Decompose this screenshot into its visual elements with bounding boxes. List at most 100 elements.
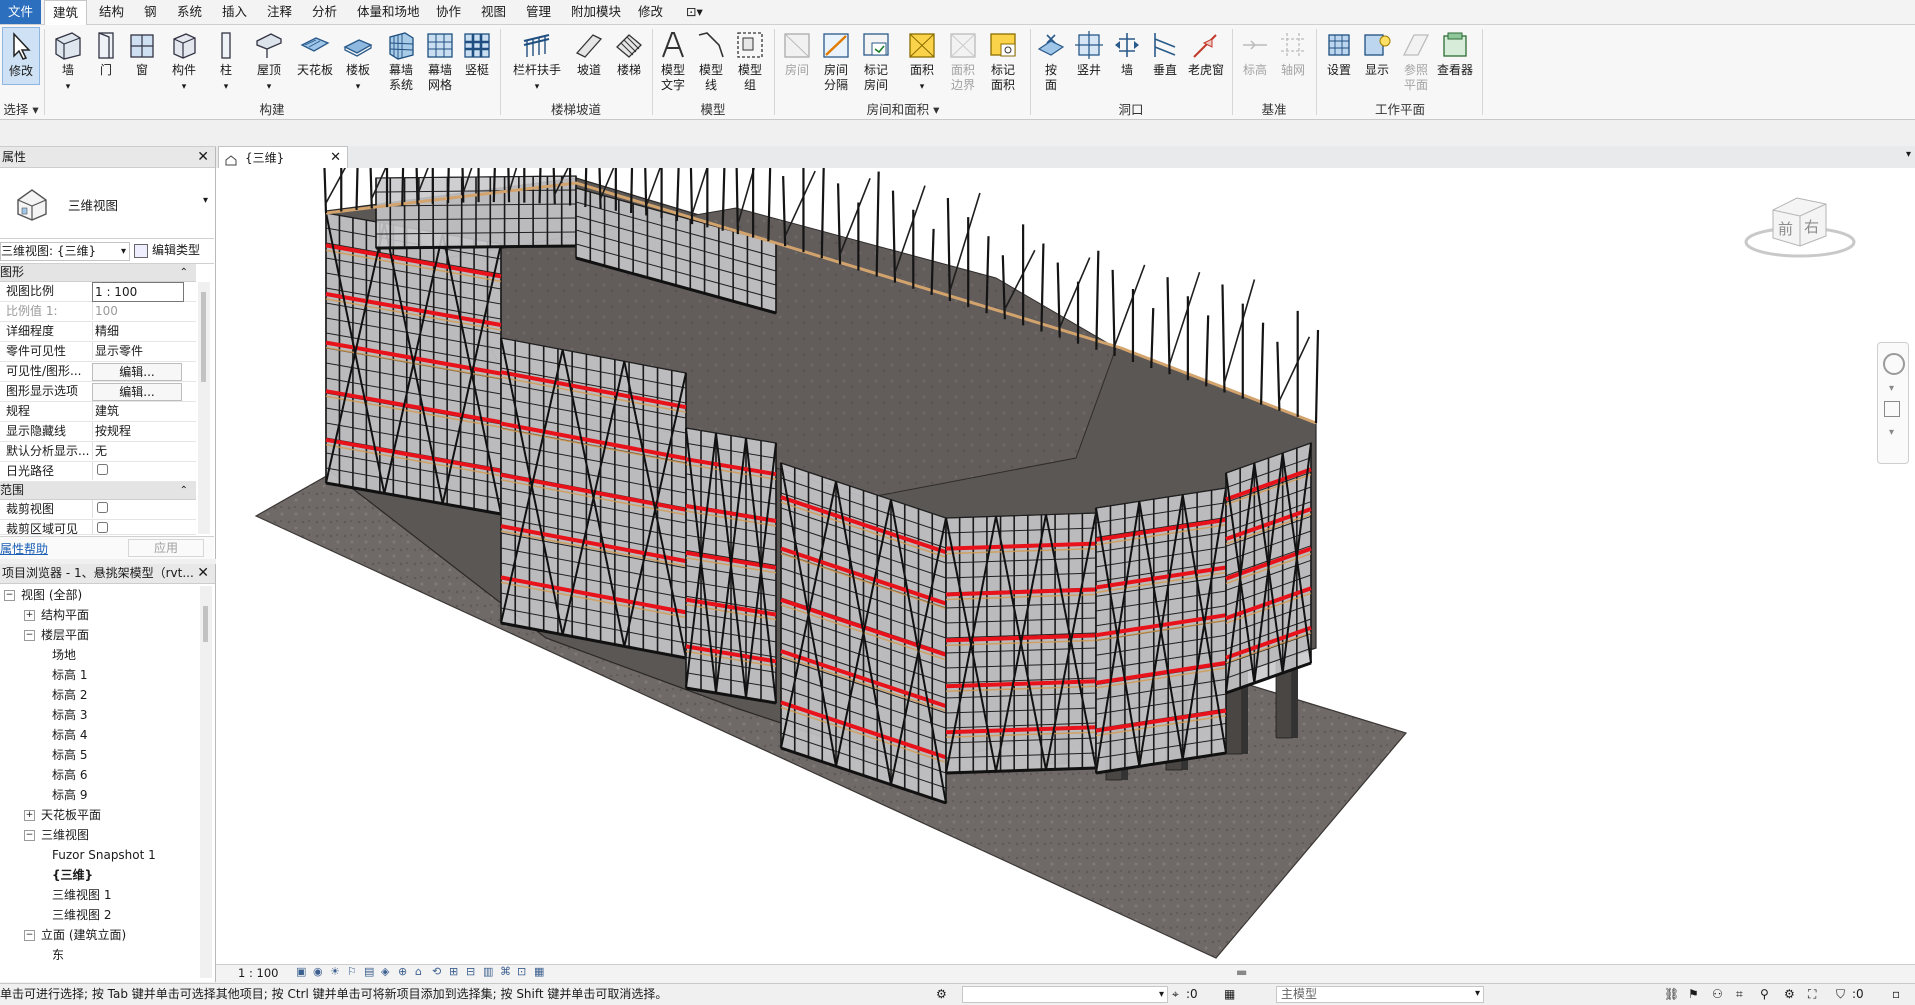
browser-tree-item[interactable]: 三维视图 1 [44,886,111,905]
menu-file[interactable]: 文件 [0,0,42,24]
resize-handle-icon[interactable]: ▬ [1236,965,1247,979]
selection-option-icon[interactable]: ⚙ [1784,984,1795,1005]
apply-button[interactable]: 应用 [128,539,204,557]
wall-button[interactable]: 墙 ▾ [48,27,88,95]
view-control-icon[interactable]: ⟲ [432,965,441,978]
curtain-grid-button[interactable]: 幕墙 网格 [422,27,458,93]
prop-row-detail-level[interactable]: 详细程度 精细 [0,322,196,342]
graphic-display-edit-button[interactable]: 编辑... [92,383,182,401]
prop-row-analysis-display[interactable]: 默认分析显示... 无 [0,442,196,462]
zoom-region-icon[interactable] [1884,401,1900,417]
scrollbar-thumb[interactable] [203,606,208,642]
browser-tree-item[interactable]: 三维视图 2 [44,906,111,925]
view-control-icon[interactable]: ⊞ [449,965,458,978]
group-select[interactable]: 选择 ▾ [0,99,42,118]
view-control-icon[interactable]: ▣ [296,965,306,978]
worksets-icon[interactable]: ⚙ [936,984,947,1005]
tag-room-button[interactable]: 标记 房间 [858,27,894,93]
view-scale-label[interactable]: 1 : 100 [238,966,278,980]
crop-region-checkbox[interactable] [97,522,108,533]
grid-button[interactable]: 轴网 [1276,27,1310,78]
ramp-button[interactable]: 坡道 [572,27,606,78]
browser-tree-item[interactable]: 标高 2 [44,686,87,705]
filter-icon[interactable]: ⛉ [1836,984,1845,1005]
view-control-icon[interactable]: ◉ [313,965,323,978]
tab-list-dropdown-icon[interactable]: ▾ [1906,149,1911,160]
scaffold-3d-model[interactable] [216,168,1915,964]
view-control-icon[interactable]: ▤ [364,965,374,978]
properties-help-link[interactable]: 属性帮助 [0,540,48,557]
browser-tree-item[interactable]: 标高 5 [44,746,87,765]
set-workplane-button[interactable]: 设置 [1322,27,1356,78]
viewer-button[interactable]: 查看器 [1434,27,1476,78]
room-separator-button[interactable]: 房间 分隔 [818,27,854,93]
model-group-button[interactable]: 模型组 [732,27,768,93]
prop-row-view-scale[interactable]: 视图比例 1 : 100 [0,282,196,302]
selection-option-icon[interactable]: ⌗ [1736,984,1743,1005]
panel-toggle-dropdown[interactable]: ⊡▾ [678,0,711,24]
prop-value[interactable]: 显示零件 [92,342,195,360]
roof-button[interactable]: 屋顶 ▾ [250,27,288,95]
tag-area-button[interactable]: 标记 面积 [984,27,1022,93]
stair-button[interactable]: 楼梯 [612,27,646,78]
tab-systems[interactable]: 系统 [169,0,210,24]
collapse-icon[interactable]: − [4,590,15,601]
tab-architecture[interactable]: 建筑 [44,0,88,25]
model-line-button[interactable]: 模型线 [694,27,728,93]
close-tab-icon[interactable]: ✕ [330,147,341,169]
view-control-icon[interactable]: ◈ [381,965,389,978]
tab-addins[interactable]: 附加模块 [563,0,629,24]
browser-tree-item[interactable]: 标高 4 [44,726,87,745]
prop-value[interactable]: 建筑 [92,402,195,420]
tab-collaborate[interactable]: 协作 [428,0,469,24]
view-control-icon[interactable]: ⊡ [517,965,526,978]
tab-analyze[interactable]: 分析 [304,0,345,24]
tab-massing-site[interactable]: 体量和场地 [349,0,428,24]
view-control-icon[interactable]: ☀ [330,965,340,978]
prop-value[interactable]: 无 [92,442,195,460]
browser-tree-item[interactable]: 标高 9 [44,786,87,805]
railing-dropdown-icon[interactable]: ▾ [535,82,540,92]
browser-tree-item[interactable]: 东 [44,946,64,965]
tab-modify[interactable]: 修改 [630,0,671,24]
scrollbar-thumb[interactable] [201,292,206,382]
view-control-icon[interactable]: ⊕ [398,965,407,978]
collapse-icon[interactable]: − [24,930,35,941]
crop-view-checkbox[interactable] [97,502,108,513]
3d-viewport[interactable]: 前 右 ▾ ▾ [216,168,1915,964]
curtain-system-button[interactable]: 幕墙 系统 [382,27,420,93]
browser-tree-item[interactable]: − 立面 (建筑立面) [24,926,126,945]
opening-by-face-button[interactable]: 按面 [1034,27,1068,93]
collapse-icon[interactable]: − [24,830,35,841]
tab-steel[interactable]: 钢 [136,0,165,24]
floor-dropdown-icon[interactable]: ▾ [356,82,361,92]
tab-structure[interactable]: 结构 [91,0,132,24]
browser-tree-item[interactable]: 标高 6 [44,766,87,785]
area-button[interactable]: 面积 ▾ [904,27,940,95]
prop-value[interactable]: 精细 [92,322,195,340]
tab-manage[interactable]: 管理 [518,0,559,24]
tab-view[interactable]: 视图 [473,0,514,24]
component-button[interactable]: 构件 ▾ [164,27,204,95]
properties-scrollbar[interactable] [198,282,210,534]
edit-type-button[interactable]: 编辑类型 [134,242,200,259]
prop-row-hidden-lines[interactable]: 显示隐藏线 按规程 [0,422,196,442]
view-control-icon[interactable]: ⌘ [500,965,511,978]
view-control-icon[interactable]: ⊟ [466,965,475,978]
browser-tree-item[interactable]: 标高 1 [44,666,87,685]
collapse-icon[interactable]: − [24,630,35,641]
section-extents[interactable]: 范围 ⌃ [0,482,196,500]
railing-button[interactable]: 栏杆扶手 ▾ [508,27,566,95]
room-button[interactable]: 房间 [780,27,814,78]
tab-3d-view[interactable]: {三维} ✕ [218,146,348,169]
resize-grip-icon[interactable]: ▫ [1892,984,1900,1005]
tab-insert[interactable]: 插入 [214,0,255,24]
browser-tree-item[interactable]: − 楼层平面 [24,626,89,645]
browser-scrollbar[interactable] [200,586,212,978]
prop-value[interactable]: 按规程 [92,422,195,440]
browser-tree-item[interactable]: + 结构平面 [24,606,89,625]
browser-tree-item[interactable]: − 三维视图 [24,826,89,845]
area-dropdown-icon[interactable]: ▾ [920,82,925,92]
prop-row-parts-visibility[interactable]: 零件可见性 显示零件 [0,342,196,362]
close-icon[interactable]: ✕ [197,147,209,167]
